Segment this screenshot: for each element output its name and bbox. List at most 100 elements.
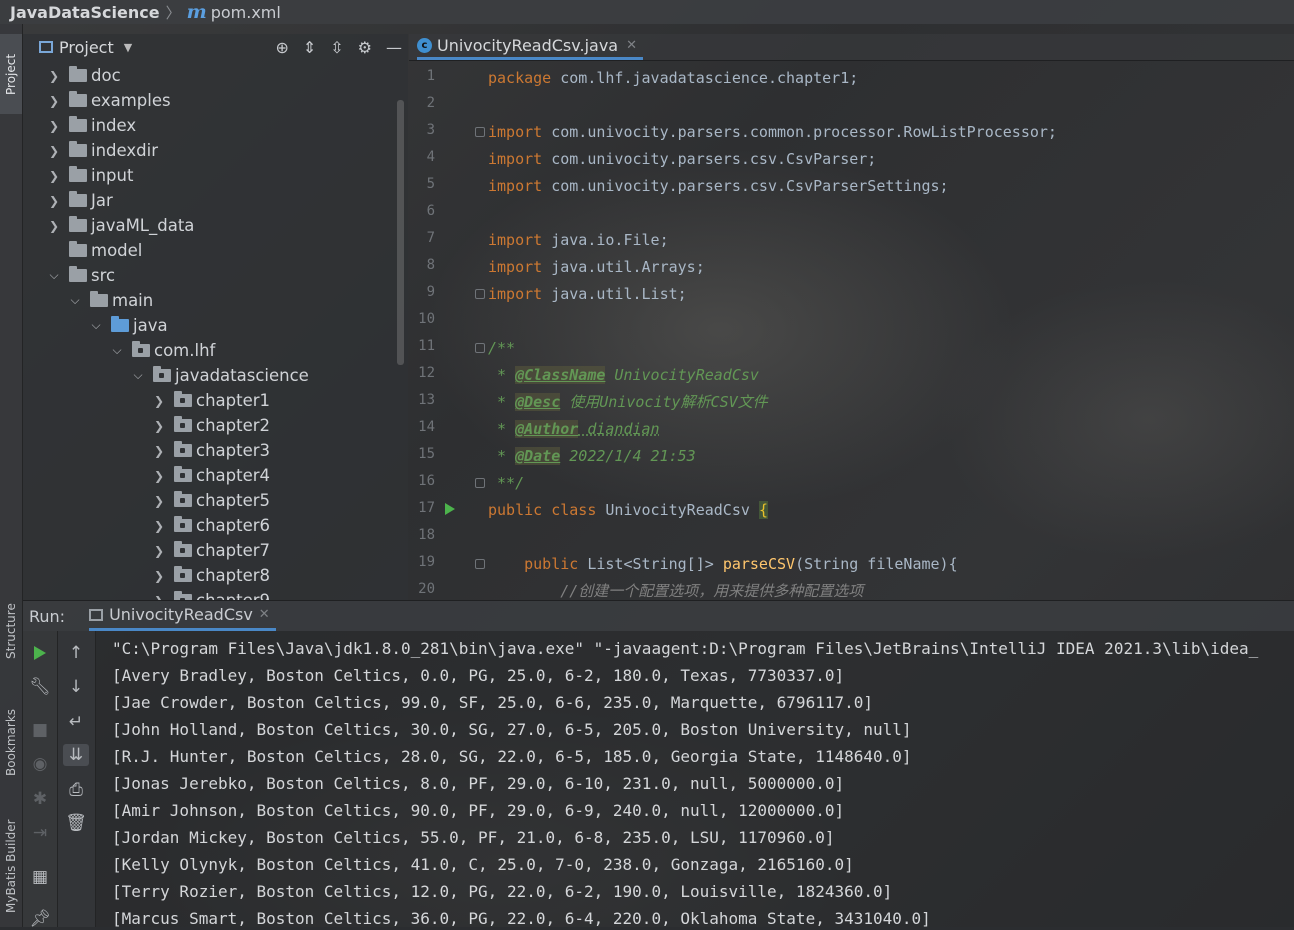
soft-wrap-icon[interactable]: ↵ (63, 711, 89, 733)
run-gutter-icon[interactable] (445, 503, 455, 515)
arrow-down-icon[interactable]: ↓ (63, 676, 89, 698)
collapse-all-icon[interactable]: ⇳ (330, 38, 343, 57)
chevron-right-icon[interactable]: ❯ (152, 494, 166, 508)
tree-item-chapter5[interactable]: ❯ chapter5 (152, 488, 270, 513)
tree-item-chapter7[interactable]: ❯ chapter7 (152, 538, 270, 563)
breadcrumb-file[interactable]: pom.xml (211, 3, 281, 22)
layout-icon[interactable]: ▦ (27, 866, 53, 888)
chevron-right-icon[interactable]: ❯ (152, 519, 166, 533)
line-number: 14 (418, 419, 435, 435)
tree-item-jar[interactable]: ❯ Jar (47, 188, 113, 213)
code-editor[interactable]: package com.lhf.javadatascience.chapter1… (488, 62, 1294, 599)
fold-icon[interactable] (475, 127, 485, 137)
stop-icon[interactable]: ■ (27, 719, 53, 741)
tree-item-src[interactable]: ⌵ src (47, 263, 115, 288)
chevron-down-icon[interactable]: ⌵ (47, 268, 61, 283)
project-tool-tab[interactable]: Project (0, 34, 22, 114)
run-tab-univocityreadcsv[interactable]: UnivocityReadCsv ✕ (89, 601, 276, 631)
tree-item-chapter1[interactable]: ❯ chapter1 (152, 388, 270, 413)
wrench-icon[interactable]: 🔧︎ (27, 676, 53, 698)
trash-icon[interactable]: 🗑︎ (63, 812, 89, 834)
print-icon[interactable]: ⎙ (63, 779, 89, 801)
expand-all-icon[interactable]: ⇕ (303, 38, 316, 57)
line-number: 3 (426, 122, 435, 138)
exit-icon[interactable]: ⇥ (27, 822, 53, 844)
tree-item-javaml-data[interactable]: ❯ javaML_data (47, 213, 194, 238)
run-panel-header: Run: UnivocityReadCsv ✕ (23, 600, 1294, 631)
tree-item-chapter8[interactable]: ❯ chapter8 (152, 563, 270, 588)
tree-item-input[interactable]: ❯ input (47, 163, 133, 188)
chevron-right-icon[interactable]: ❯ (47, 94, 61, 108)
code-line: import com.univocity.parsers.csv.CsvPars… (488, 150, 877, 168)
chevron-right-icon[interactable]: ❯ (47, 194, 61, 208)
scroll-to-end-icon[interactable]: ⇊ (63, 744, 89, 766)
chevron-down-icon[interactable]: ⌵ (68, 293, 82, 308)
chevron-right-icon[interactable]: ❯ (47, 119, 61, 133)
tree-item-java[interactable]: ⌵ java (89, 313, 168, 338)
project-tool-tab-label: Project (4, 53, 18, 95)
structure-tool-tab[interactable]: Structure (0, 586, 22, 676)
chevron-right-icon[interactable]: ❯ (47, 219, 61, 233)
folder-icon (69, 216, 87, 232)
mybatis-tool-tab[interactable]: MyBatis Builder (0, 806, 22, 926)
bookmarks-tool-tab[interactable]: Bookmarks (0, 692, 22, 792)
tree-item-indexdir[interactable]: ❯ indexdir (47, 138, 158, 163)
tree-item-doc[interactable]: ❯ doc (47, 63, 121, 88)
chevron-right-icon[interactable]: ❯ (152, 444, 166, 458)
close-icon[interactable]: ✕ (626, 38, 637, 53)
tree-item-label: java (133, 316, 168, 335)
tree-item-model[interactable]: model (47, 238, 142, 263)
chevron-down-icon[interactable]: ▼ (124, 41, 132, 54)
folder-icon (69, 91, 87, 107)
play-icon (34, 646, 46, 660)
project-scrollbar[interactable] (397, 100, 404, 365)
tree-item-chapter4[interactable]: ❯ chapter4 (152, 463, 270, 488)
close-icon[interactable]: ✕ (259, 607, 270, 622)
tree-item-chapter2[interactable]: ❯ chapter2 (152, 413, 270, 438)
tree-item-label: chapter2 (196, 416, 271, 435)
fold-icon[interactable] (475, 289, 485, 299)
code-line: import java.util.List; (488, 285, 687, 303)
hide-panel-icon[interactable]: — (386, 38, 402, 57)
fold-icon[interactable] (475, 559, 485, 569)
chevron-down-icon[interactable]: ⌵ (110, 343, 124, 358)
tree-item-label: javaML_data (91, 216, 195, 235)
tree-item-examples[interactable]: ❯ examples (47, 88, 171, 113)
tree-item-chapter3[interactable]: ❯ chapter3 (152, 438, 270, 463)
chevron-right-icon[interactable]: ❯ (152, 469, 166, 483)
line-number: 13 (418, 392, 435, 408)
folder-icon (69, 266, 87, 282)
chevron-down-icon[interactable]: ⌵ (131, 368, 145, 383)
gear-icon[interactable]: ⚙ (358, 38, 372, 57)
camera-icon[interactable]: ◉ (27, 753, 53, 775)
locate-icon[interactable]: ⊕ (275, 38, 288, 57)
project-panel-title[interactable]: Project (59, 38, 114, 57)
chevron-right-icon[interactable]: ❯ (152, 419, 166, 433)
breadcrumb-project[interactable]: JavaDataScience (10, 3, 160, 22)
console-output[interactable]: "C:\Program Files\Java\jdk1.8.0_281\bin\… (96, 631, 1294, 927)
fold-icon[interactable] (475, 478, 485, 488)
tree-item-javadatascience[interactable]: ⌵ javadatascience (131, 363, 309, 388)
chevron-right-icon[interactable]: ❯ (47, 69, 61, 83)
tree-item-index[interactable]: ❯ index (47, 113, 136, 138)
chevron-right-icon[interactable]: ❯ (152, 569, 166, 583)
fold-icon[interactable] (475, 343, 485, 353)
tree-item-label: Jar (91, 191, 113, 210)
bug-icon[interactable]: ✱ (27, 788, 53, 810)
arrow-up-icon[interactable]: ↑ (63, 642, 89, 664)
package-icon (174, 541, 192, 557)
editor-tab-univocityreadcsv[interactable]: c UnivocityReadCsv.java ✕ (417, 34, 643, 60)
chevron-right-icon[interactable]: ❯ (47, 169, 61, 183)
code-line: **/ (488, 474, 525, 492)
tree-item-main[interactable]: ⌵ main (68, 288, 153, 313)
chevron-right-icon[interactable]: ❯ (152, 394, 166, 408)
line-number: 5 (426, 176, 435, 192)
rerun-button[interactable] (27, 642, 53, 664)
tree-item-chapter6[interactable]: ❯ chapter6 (152, 513, 270, 538)
tree-item-com-lhf[interactable]: ⌵ com.lhf (110, 338, 215, 363)
chevron-right-icon[interactable]: ❯ (152, 544, 166, 558)
structure-tool-tab-label: Structure (4, 603, 18, 659)
tree-item-chapter9[interactable]: ❯chapter9 (152, 588, 270, 600)
chevron-down-icon[interactable]: ⌵ (89, 318, 103, 333)
chevron-right-icon[interactable]: ❯ (47, 144, 61, 158)
